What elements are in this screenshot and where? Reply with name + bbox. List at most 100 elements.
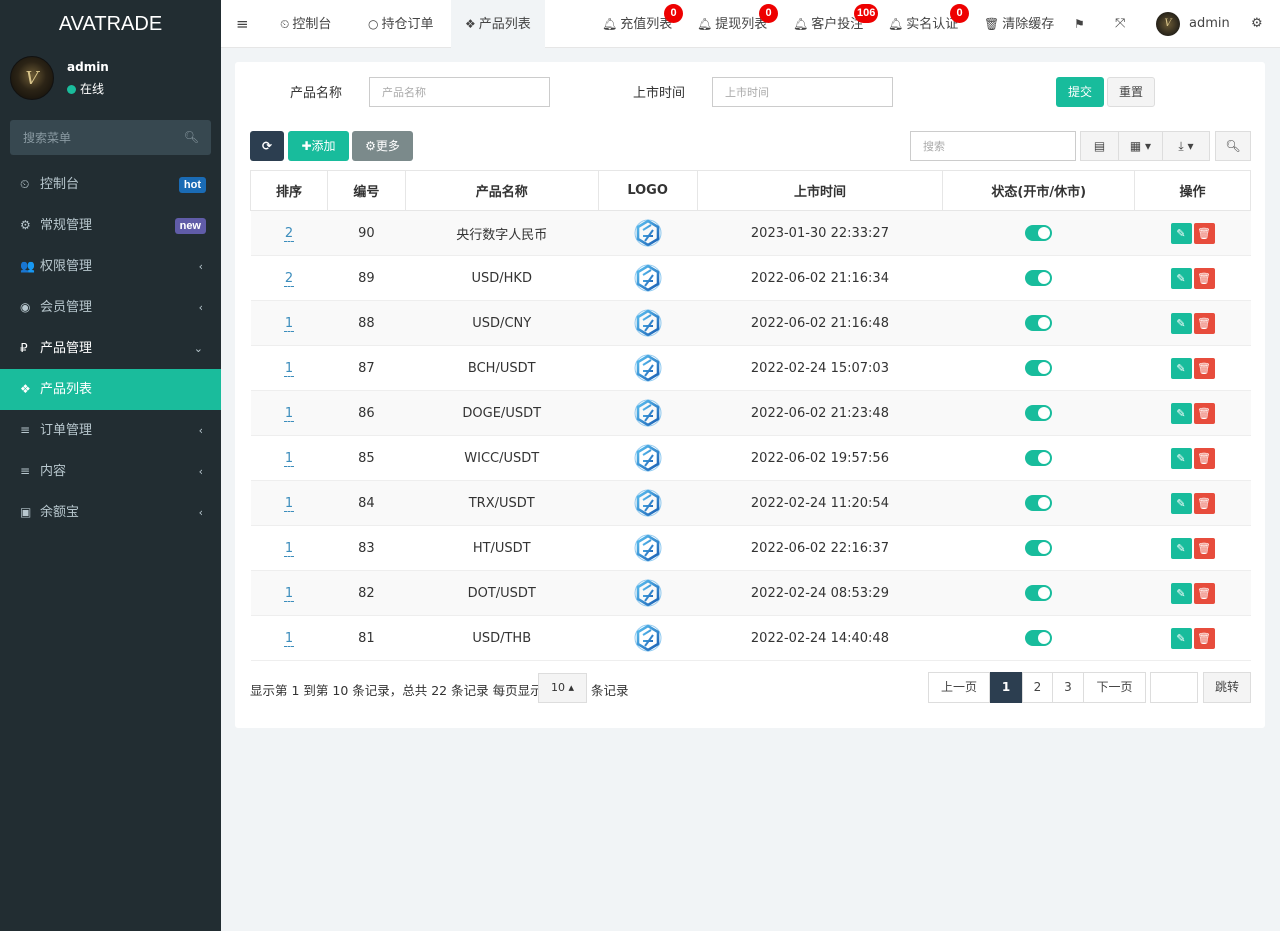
sort-editable[interactable]: 1 [283,450,295,467]
sidebar-item[interactable]: ≡ 订单管理 ‹ [0,410,221,451]
table-search-input[interactable] [910,131,1076,161]
column-header[interactable]: 编号 [326,170,406,211]
delete-button[interactable]: 🗑︎ [1193,627,1215,649]
jump-button[interactable]: 跳转 [1203,672,1251,703]
column-header[interactable]: 操作 [1134,170,1251,211]
edit-button[interactable]: ✎ [1170,627,1192,649]
search-button[interactable]: 🔍︎ [1215,131,1251,161]
edit-button[interactable]: ✎ [1170,402,1192,424]
product-name-input[interactable] [369,77,550,107]
menu-toggle-icon[interactable]: ≡ [236,0,249,48]
status-toggle[interactable] [1025,405,1053,421]
delete-button[interactable]: 🗑︎ [1193,222,1215,244]
delete-button[interactable]: 🗑︎ [1193,492,1215,514]
status-toggle[interactable] [1025,450,1053,466]
sidebar-item[interactable]: ⏲ 控制台 hot [0,164,221,205]
status-toggle[interactable] [1025,585,1053,601]
status-toggle[interactable] [1025,225,1053,241]
table-row[interactable]: 1 84 TRX/USDT 2022-02-24 11:20:54 ✎ 🗑︎ [250,480,1251,526]
sort-editable[interactable]: 1 [283,630,295,647]
page-button-3[interactable]: 3 [1052,672,1084,703]
sort-editable[interactable]: 1 [283,315,295,332]
edit-button[interactable]: ✎ [1170,537,1192,559]
next-page-button[interactable]: 下一页 [1083,672,1146,703]
admin-avatar[interactable]: V [1156,12,1180,36]
page-button-2[interactable]: 2 [1022,672,1053,703]
tab-product-list[interactable]: ❖ 产品列表 [451,0,545,48]
notify-kyc[interactable]: 🔔︎ 实名认证 [888,0,958,48]
page-button-1[interactable]: 1 [990,672,1022,703]
status-toggle[interactable] [1025,540,1053,556]
column-header[interactable]: 产品名称 [404,170,599,211]
clear-cache-button[interactable]: 🗑︎ 清除缓存 [984,0,1054,48]
edit-button[interactable]: ✎ [1170,222,1192,244]
table-row[interactable]: 1 88 USD/CNY 2022-06-02 21:16:48 ✎ 🗑︎ [250,300,1251,346]
prev-page-button[interactable]: 上一页 [928,672,990,703]
edit-button[interactable]: ✎ [1170,582,1192,604]
table-row[interactable]: 1 82 DOT/USDT 2022-02-24 08:53:29 ✎ 🗑︎ [250,570,1251,616]
status-toggle[interactable] [1025,360,1053,376]
edit-button[interactable]: ✎ [1170,492,1192,514]
status-toggle[interactable] [1025,630,1053,646]
table-row[interactable]: 1 87 BCH/USDT 2022-02-24 15:07:03 ✎ 🗑︎ [250,345,1251,391]
columns-button[interactable]: ▦ ▾ [1118,131,1163,161]
toggle-view-button[interactable]: ▤ [1080,131,1119,161]
sort-editable[interactable]: 1 [283,585,295,602]
edit-button[interactable]: ✎ [1170,447,1192,469]
sidebar-item[interactable]: ₽ 产品管理 ⌄ [0,328,221,369]
sidebar-item[interactable]: ≡ 内容 ‹ [0,451,221,492]
delete-button[interactable]: 🗑︎ [1193,402,1215,424]
column-header[interactable]: 状态(开市/休市) [942,170,1136,211]
column-header[interactable]: LOGO [597,170,698,211]
table-row[interactable]: 2 90 央行数字人民币 2023-01-30 22:33:27 ✎ 🗑︎ [250,210,1251,256]
sort-editable[interactable]: 1 [283,360,295,377]
column-header[interactable]: 排序 [250,170,328,211]
notify-withdraw[interactable]: 🔔︎ 提现列表 [697,0,767,48]
table-row[interactable]: 1 85 WICC/USDT 2022-06-02 19:57:56 ✎ 🗑︎ [250,435,1251,481]
edit-button[interactable]: ✎ [1170,357,1192,379]
sidebar-item[interactable]: ❖ 产品列表 [0,369,221,410]
tab-dashboard[interactable]: ⏲ 控制台 [280,0,331,48]
status-toggle[interactable] [1025,270,1053,286]
sidebar-item[interactable]: ⚙ 常规管理 new [0,205,221,246]
column-header[interactable]: 上市时间 [696,170,944,211]
table-row[interactable]: 1 81 USD/THB 2022-02-24 14:40:48 ✎ 🗑︎ [250,615,1251,661]
sort-editable[interactable]: 1 [283,495,295,512]
delete-button[interactable]: 🗑︎ [1193,447,1215,469]
export-button[interactable]: ⤓ ▾ [1162,131,1210,161]
app-logo[interactable]: AVATRADE [0,0,221,48]
add-button[interactable]: ✚添加 [288,131,349,161]
delete-button[interactable]: 🗑︎ [1193,537,1215,559]
more-button[interactable]: ⚙更多 [352,131,413,161]
sort-editable[interactable]: 1 [283,540,295,557]
notify-recharge[interactable]: 🔔︎ 充值列表 [602,0,672,48]
refresh-button[interactable]: ⟳ [250,131,284,161]
table-row[interactable]: 1 83 HT/USDT 2022-06-02 22:16:37 ✎ 🗑︎ [250,525,1251,571]
status-toggle[interactable] [1025,315,1053,331]
delete-button[interactable]: 🗑︎ [1193,312,1215,334]
delete-button[interactable]: 🗑︎ [1193,357,1215,379]
listing-time-input[interactable] [712,77,893,107]
jump-page-input[interactable] [1150,672,1198,703]
table-row[interactable]: 1 86 DOGE/USDT 2022-06-02 21:23:48 ✎ 🗑︎ [250,390,1251,436]
sidebar-item[interactable]: 👥 权限管理 ‹ [0,246,221,287]
settings-gear-icon[interactable]: ⚙ [1251,0,1263,48]
tab-positions[interactable]: ○ 持仓订单 [368,0,434,48]
language-icon[interactable]: ⚑ [1074,0,1085,48]
sidebar-item[interactable]: ◉ 会员管理 ‹ [0,287,221,328]
edit-button[interactable]: ✎ [1170,267,1192,289]
delete-button[interactable]: 🗑︎ [1193,267,1215,289]
menu-search-input[interactable] [10,120,211,155]
notify-bets[interactable]: 🔔︎ 客户投注 [793,0,863,48]
table-row[interactable]: 2 89 USD/HKD 2022-06-02 21:16:34 ✎ 🗑︎ [250,255,1251,301]
sidebar-item[interactable]: ▣ 余额宝 ‹ [0,492,221,533]
fullscreen-icon[interactable]: ⤧ [1115,0,1125,48]
delete-button[interactable]: 🗑︎ [1193,582,1215,604]
sort-editable[interactable]: 2 [283,225,295,242]
sort-editable[interactable]: 1 [283,405,295,422]
page-size-select[interactable]: 10 ▴ [538,673,587,703]
admin-name[interactable]: admin [1189,0,1230,48]
sort-editable[interactable]: 2 [283,270,295,287]
reset-button[interactable]: 重置 [1107,77,1155,107]
submit-button[interactable]: 提交 [1056,77,1104,107]
